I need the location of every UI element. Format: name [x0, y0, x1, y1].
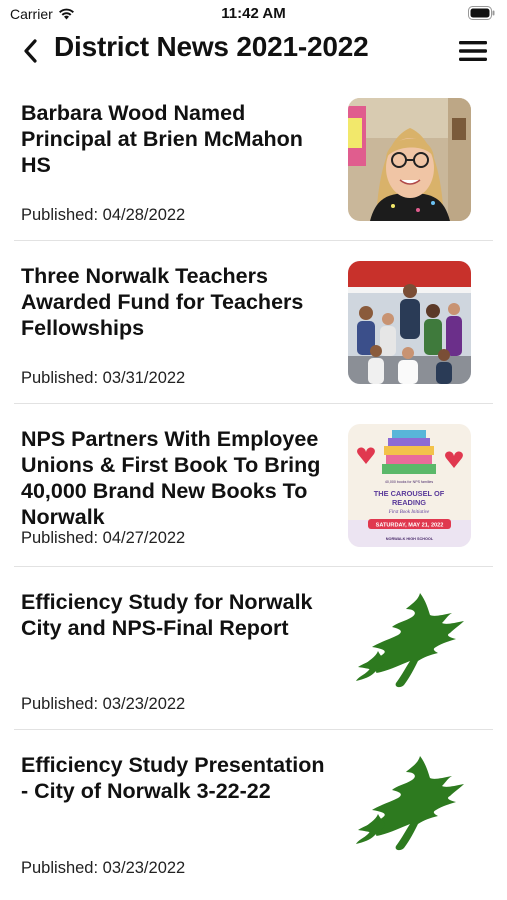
news-list: Barbara Wood Named Principal at Brien Mc… — [0, 78, 507, 893]
poster-heading-line1: THE CAROUSEL OF — [374, 489, 445, 498]
news-thumbnail-poster: 40,000 books for NPS families THE CAROUS… — [348, 424, 471, 547]
news-title: Efficiency Study for Norwalk City and NP… — [21, 590, 313, 640]
page-title: District News 2021-2022 — [54, 31, 369, 62]
news-thumbnail-portrait — [348, 98, 471, 221]
news-date: Published: 04/27/2022 — [21, 529, 186, 547]
menu-button[interactable] — [459, 40, 487, 62]
back-button[interactable] — [20, 38, 44, 64]
navigation-bar: District News 2021-2022 — [0, 28, 507, 72]
status-time: 11:42 AM — [221, 5, 286, 22]
chevron-left-icon — [24, 39, 37, 63]
news-date: Published: 04/28/2022 — [21, 206, 186, 224]
poster-footer: NORWALK HIGH SCHOOL — [386, 537, 434, 541]
poster-date-banner: SATURDAY, MAY 21, 2022 — [376, 522, 444, 528]
poster-sub: First Book Initiative — [388, 510, 430, 515]
news-item[interactable]: Barbara Wood Named Principal at Brien Mc… — [14, 78, 493, 241]
news-thumbnail-group-photo — [348, 261, 471, 384]
news-date: Published: 03/31/2022 — [21, 369, 186, 387]
news-item[interactable]: NPS Partners With Employee Unions & Firs… — [14, 404, 493, 567]
news-item[interactable]: Efficiency Study for Norwalk City and NP… — [14, 567, 493, 730]
norwalk-tree-logo-icon — [348, 587, 471, 710]
news-title: NPS Partners With Employee Unions & Firs… — [21, 427, 321, 529]
status-bar: Carrier 11:42 AM — [0, 0, 507, 28]
poster-heading-line2: READING — [392, 498, 426, 507]
news-item[interactable]: Three Norwalk Teachers Awarded Fund for … — [14, 241, 493, 404]
news-title: Efficiency Study Presentation - City of … — [21, 753, 325, 803]
svg-text:40,000 books for NPS families: 40,000 books for NPS families — [385, 480, 434, 484]
hamburger-menu-icon — [459, 41, 487, 61]
news-date: Published: 03/23/2022 — [21, 859, 186, 877]
norwalk-tree-logo-icon — [348, 750, 471, 873]
battery-icon — [468, 6, 495, 20]
news-date: Published: 03/23/2022 — [21, 695, 186, 713]
news-title: Barbara Wood Named Principal at Brien Mc… — [21, 101, 303, 177]
news-item[interactable]: Efficiency Study Presentation - City of … — [14, 730, 493, 893]
news-title: Three Norwalk Teachers Awarded Fund for … — [21, 264, 304, 340]
